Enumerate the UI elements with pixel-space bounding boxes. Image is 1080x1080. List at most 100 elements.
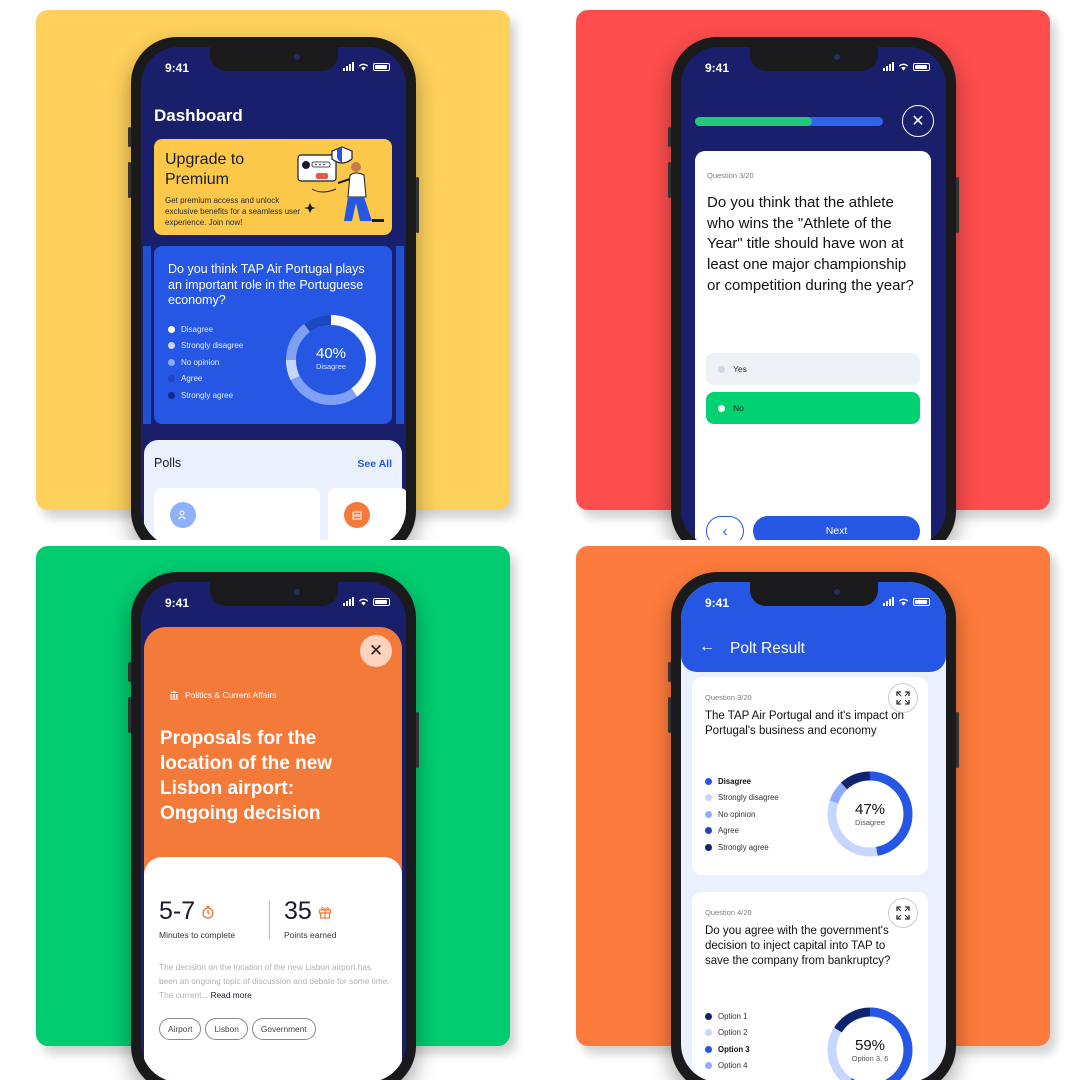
legend-item: Agree [705,823,779,840]
quiz-progress-bar [695,117,883,126]
legend-item: Option 3 [705,1041,750,1058]
article-description: The decision on the location of the new … [159,962,390,1000]
result-card: Question 3/20 The TAP Air Portugal and i… [692,677,928,875]
users-icon [170,502,196,528]
dashboard-mockup: 9:41 Dashboard Upgrade to Premium Get pr… [0,0,540,540]
radio-icon [718,365,725,373]
close-button[interactable]: ✕ [360,635,392,667]
close-button[interactable]: ✕ [902,105,934,137]
minutes-value: 5-7 [159,897,196,925]
upgrade-premium-card[interactable]: Upgrade to Premium Get premium access an… [154,139,392,235]
quiz-progress-fill [695,117,812,126]
battery-icon [373,597,390,606]
tag-chip[interactable]: Government [251,1018,316,1040]
polls-heading: Polls [154,456,182,470]
question-text: Do you agree with the government's decis… [705,925,891,967]
status-time: 9:41 [165,61,190,75]
carousel-edge-left [143,246,151,424]
status-time: 9:41 [165,596,190,610]
article-category: Politics & Current Affairs [169,690,277,700]
article-title: Proposals for the location of the new Li… [160,728,333,824]
result-mockup: 9:41 ← Polt Result Question 3/20 The TAP… [540,540,1080,1080]
expand-button[interactable] [888,683,918,713]
signal-icon [883,62,894,71]
minutes-label: Minutes to complete [159,930,236,940]
signal-icon [343,62,354,71]
expand-icon [896,691,910,705]
poll-chart-card[interactable]: Do you think TAP Air Portugal plays an i… [154,246,392,424]
legend-item: Strongly agree [705,839,779,856]
phone-frame: 9:41 ✕ Politics & Current Affairs Propos… [128,572,419,1080]
status-time: 9:41 [705,596,730,610]
phone-frame: 9:41 ✕ Question 3/20 Do you think that t… [668,37,959,540]
carousel-edge-right [396,246,404,424]
result-percent: 59% [854,1037,886,1054]
legend-item: Disagree [705,773,779,790]
article-details-panel: 5-7 Minutes to complete 35 Points earned… [144,857,402,1080]
result-legend: Disagree Strongly disagree No opinion Ag… [705,773,779,856]
question-number: Question 3/20 [707,171,754,180]
chevron-left-icon: ‹ [722,522,728,540]
tag-chip[interactable]: Airport [159,1018,202,1040]
poll-legend: Disagree Strongly disagree No opinion Ag… [168,321,243,404]
question-number: Question 4/20 [705,908,752,917]
timer-icon [202,905,214,919]
phone-frame: 9:41 Dashboard Upgrade to Premium Get pr… [128,37,419,540]
read-more-link[interactable]: Read more [211,990,252,1000]
points-value: 35 [284,897,312,925]
legend-item: Option 4 [705,1058,750,1075]
legend-item: No opinion [705,806,779,823]
question-text: The TAP Air Portugal and it's impact on … [705,710,905,737]
close-icon: ✕ [911,113,925,130]
phone-screen: 9:41 ✕ Politics & Current Affairs Propos… [141,582,406,1080]
gift-icon [318,906,331,919]
tag-chip[interactable]: Lisbon [205,1018,248,1040]
wifi-icon [898,598,909,606]
polls-section: Polls See All [144,440,406,540]
answer-option-no[interactable]: No [706,392,920,424]
poll-percent-label: Disagree [315,362,346,371]
back-button[interactable]: ← [699,638,715,656]
article-mockup: 9:41 ✕ Politics & Current Affairs Propos… [0,540,540,1080]
divider [269,901,270,939]
result-card: Question 4/20 Do you agree with the gove… [692,892,928,1080]
battery-icon [913,62,930,71]
phone-frame: 9:41 ← Polt Result Question 3/20 The TAP… [668,572,959,1080]
result-percent: 47% [854,801,886,818]
poll-item-card[interactable] [328,488,406,540]
result-legend: Option 1 Option 2 Option 3 Option 4 [705,1008,750,1074]
back-button[interactable]: ‹ [706,516,744,540]
page-title: Dashboard [154,106,243,125]
battery-icon [373,62,390,71]
points-label: Points earned [284,930,337,940]
expand-button[interactable] [888,898,918,928]
premium-illustration-icon [297,146,384,222]
phone-screen: 9:41 Dashboard Upgrade to Premium Get pr… [141,47,406,540]
legend-item: Strongly agree [168,387,243,404]
legend-item: Option 1 [705,1008,750,1025]
minutes-stat: 5-7 Minutes to complete [159,897,235,940]
expand-icon [896,906,910,920]
legend-item: Strongly disagree [168,338,243,355]
question-card: Question 3/20 Do you think that the athl… [695,151,931,540]
result-percent-label: Disagree [854,818,885,827]
points-stat: 35 Points earned [284,897,336,940]
legend-item: Agree [168,371,243,388]
wifi-icon [358,598,369,606]
result-percent-label: Option 3, 6 [851,1054,889,1063]
legend-item: Strongly disagree [705,790,779,807]
arrow-left-icon: ← [699,638,715,655]
legend-item: Option 2 [705,1025,750,1042]
next-button[interactable]: Next [753,516,920,540]
legend-item: No opinion [168,354,243,371]
battery-icon [913,597,930,606]
see-all-link[interactable]: See All [357,458,392,470]
building-icon [170,691,178,700]
status-time: 9:41 [705,61,730,75]
radio-icon [718,404,725,412]
building-icon [344,502,370,528]
legend-item: Disagree [168,321,243,338]
question-text: Do you think that the athlete who wins t… [707,194,914,294]
answer-option-yes[interactable]: Yes [706,353,920,385]
poll-item-card[interactable] [154,488,320,540]
